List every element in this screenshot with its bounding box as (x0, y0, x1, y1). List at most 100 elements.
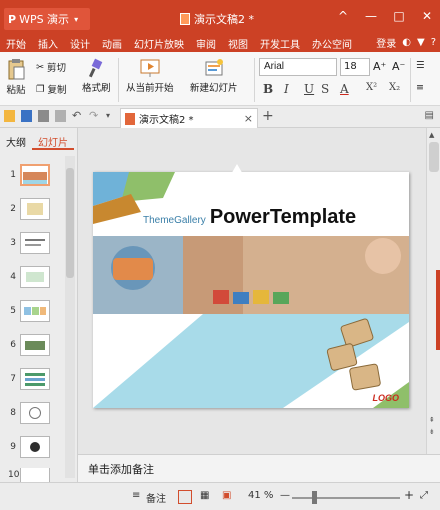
document-tab-label: 演示文稿2 * (139, 115, 194, 126)
menu-design[interactable]: 设计 (64, 36, 96, 51)
slide-title-area[interactable]: ThemeGallery PowerTemplate (143, 206, 356, 229)
paste-label: 粘贴 (6, 85, 26, 96)
bold-button[interactable]: B (263, 82, 273, 96)
current-slide[interactable]: ThemeGallery PowerTemplate LOGO (93, 172, 409, 408)
panel-scrollbar[interactable] (65, 156, 75, 478)
slide-thumbnail-8[interactable]: 8 (8, 402, 50, 424)
slide-number: 1 (10, 170, 16, 180)
shirt-icon[interactable]: ▼ (417, 37, 425, 48)
grow-font-button[interactable]: A⁺ (373, 60, 386, 73)
print-preview-icon[interactable] (55, 110, 66, 122)
format-painter-label: 格式刷 (82, 83, 111, 94)
tab-outline[interactable]: 大纲 (0, 132, 32, 150)
shrink-font-button[interactable]: A⁻ (392, 60, 405, 73)
play-from-current-button[interactable]: 从当前开始 (126, 58, 174, 94)
slide-thumbnail-1[interactable]: 1 (8, 164, 50, 186)
strikethrough-button[interactable]: S (321, 82, 329, 96)
menu-office-space[interactable]: 办公空间 (306, 36, 358, 51)
slide-number: 10 (8, 470, 20, 480)
maximize-button[interactable]: □ (392, 9, 406, 23)
slide-thumb-image (20, 334, 50, 356)
side-panel-tab[interactable] (436, 270, 440, 350)
reading-view-icon[interactable]: ▣ (222, 490, 231, 501)
save-icon[interactable] (21, 110, 32, 122)
redo-icon[interactable]: ↷ (89, 110, 100, 122)
close-tab-button[interactable]: × (244, 112, 253, 125)
undo-icon[interactable]: ↶ (72, 110, 83, 122)
zoom-level[interactable]: 41 % (248, 490, 273, 501)
notes-toggle-label[interactable]: 备注 (146, 490, 166, 505)
slide-number: 3 (10, 238, 16, 248)
italic-button[interactable]: I (284, 82, 289, 96)
font-color-button[interactable]: A (340, 82, 349, 96)
align-icon[interactable]: ≡ (416, 82, 424, 93)
slide-title: PowerTemplate (209, 206, 357, 228)
new-slide-button[interactable]: 新建幻灯片 (190, 58, 238, 94)
cut-button[interactable]: ✂ 剪切 (36, 60, 66, 75)
print-icon[interactable] (38, 110, 49, 122)
menu-insert[interactable]: 插入 (32, 36, 64, 51)
copy-button[interactable]: ❐ 复制 (36, 82, 67, 97)
help-button[interactable]: ? (431, 37, 436, 48)
menu-animation[interactable]: 动画 (96, 36, 128, 51)
list-icon[interactable]: ☰ (416, 60, 425, 71)
zoom-slider-knob[interactable] (312, 491, 317, 504)
slide-thumbnail-7[interactable]: 7 (8, 368, 50, 390)
open-folder-icon[interactable] (4, 110, 15, 122)
app-menu-button[interactable]: P WPS 演示 ▾ (4, 8, 90, 30)
superscript-button[interactable]: X² (366, 82, 377, 93)
previous-slide-icon[interactable]: ⇞ (429, 416, 435, 424)
format-painter-button[interactable]: 格式刷 (82, 58, 111, 94)
slide-thumbnail-2[interactable]: 2 (8, 198, 50, 220)
slide-number: 2 (10, 204, 16, 214)
subscript-button[interactable]: X₂ (389, 82, 400, 93)
slide-number: 8 (10, 408, 16, 418)
slide-thumb-image (20, 164, 50, 186)
scroll-up-icon[interactable]: ▲ (429, 131, 434, 139)
customize-icon[interactable]: ▾ (106, 110, 117, 122)
close-button[interactable]: ✕ (420, 9, 434, 23)
menu-developer[interactable]: 开发工具 (254, 36, 306, 51)
zoom-in-button[interactable]: + (404, 488, 414, 502)
chevron-down-icon: ▾ (74, 14, 79, 24)
slide-sorter-icon[interactable]: ▦ (200, 490, 209, 501)
zoom-slider[interactable] (292, 497, 400, 499)
tab-slides[interactable]: 幻灯片 (32, 132, 74, 150)
scrollbar-thumb[interactable] (66, 168, 74, 278)
menu-slideshow[interactable]: 幻灯片放映 (128, 36, 190, 51)
minimize-button[interactable]: — (364, 9, 378, 23)
menu-bar: 开始 插入 设计 动画 幻灯片放映 审阅 视图 开发工具 办公空间 登录 ◐ ▼… (0, 34, 440, 52)
fit-window-icon[interactable]: ⤢ (420, 490, 428, 501)
slide-thumbnail-6[interactable]: 6 (8, 334, 50, 356)
notes-toggle-icon[interactable]: ≡ (132, 490, 140, 501)
status-bar: ≡ 备注 ▦ ▣ 41 % — + ⤢ (0, 482, 440, 510)
normal-view-icon[interactable] (178, 490, 192, 504)
slideshow-icon (140, 59, 160, 77)
font-size-select[interactable]: 18 (340, 58, 370, 76)
new-tab-button[interactable]: + (262, 108, 274, 124)
slide-thumbnail-9[interactable]: 9 (8, 436, 50, 458)
underline-button[interactable]: U (304, 82, 314, 96)
menu-review[interactable]: 审阅 (190, 36, 222, 51)
collapse-ribbon-button[interactable]: ^ (336, 9, 350, 23)
slide-thumbnail-10[interactable]: 10 (8, 468, 50, 482)
slide-thumbnail-3[interactable]: 3 (8, 232, 50, 254)
login-button[interactable]: 登录 (376, 35, 396, 50)
menu-view[interactable]: 视图 (222, 36, 254, 51)
tab-list-icon[interactable]: ▤ (425, 110, 434, 121)
slide-thumbnail-4[interactable]: 4 (8, 266, 50, 288)
scrollbar-thumb[interactable] (429, 142, 439, 172)
slide-thumbnail-5[interactable]: 5 (8, 300, 50, 322)
wps-logo-icon: P (8, 12, 17, 26)
next-slide-icon[interactable]: ⇟ (429, 428, 435, 436)
menu-home[interactable]: 开始 (0, 36, 32, 51)
skin-icon[interactable]: ◐ (402, 37, 411, 48)
zoom-out-button[interactable]: — (280, 490, 290, 501)
slide-editing-area: ThemeGallery PowerTemplate LOGO ▲ ⇞ ⇟ (78, 128, 440, 454)
wps-presentation-window: P WPS 演示 ▾ 演示文稿2 * ^ — □ ✕ 开始 插入 设计 动画 幻… (0, 0, 440, 510)
paste-button[interactable]: 粘贴 (6, 58, 26, 96)
panel-tabs: 大纲 幻灯片 (0, 132, 78, 150)
notes-area[interactable]: 单击添加备注 (78, 454, 440, 482)
font-name-select[interactable]: Arial (259, 58, 337, 76)
document-tab[interactable]: 演示文稿2 * × (120, 108, 258, 128)
